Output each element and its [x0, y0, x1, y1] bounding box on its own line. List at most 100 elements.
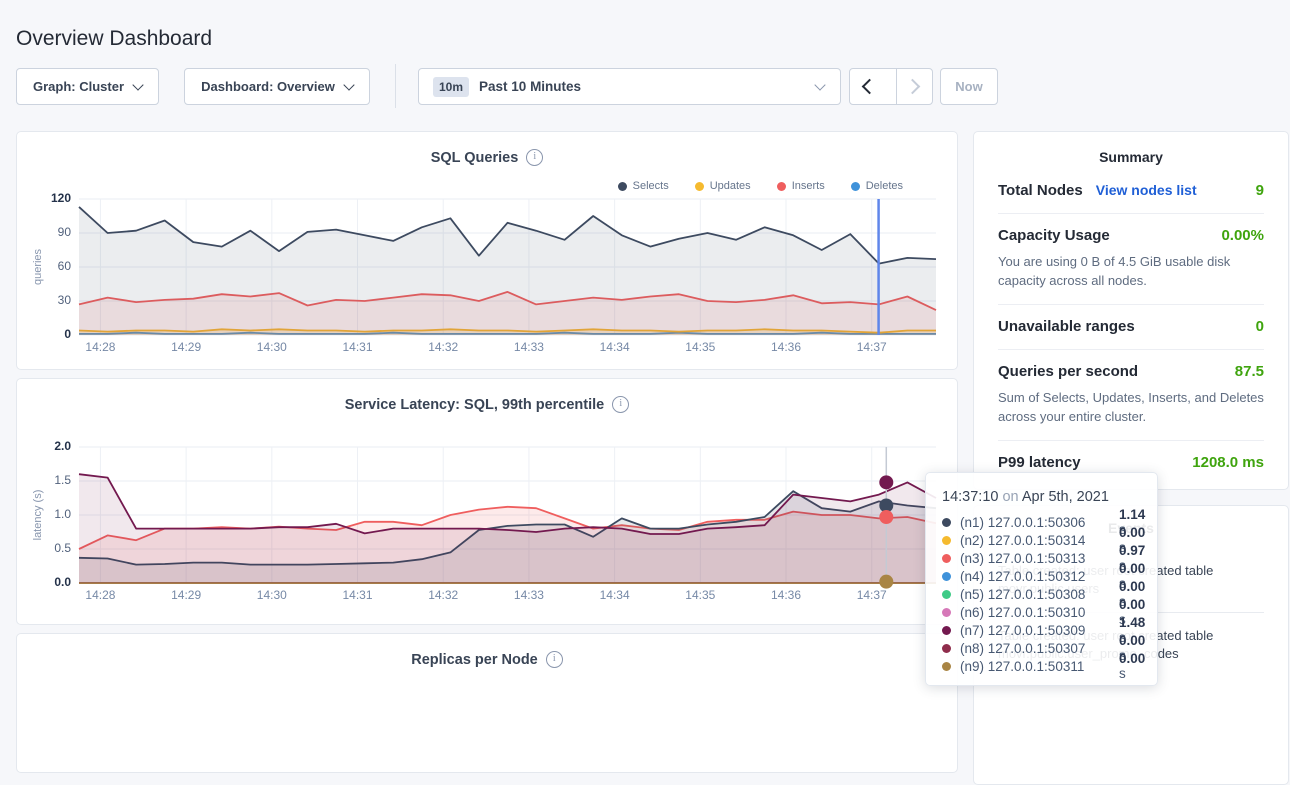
tooltip-timestamp: 14:37:10 on Apr 5th, 2021 [942, 489, 1141, 505]
node-address: (n3) 127.0.0.1:50313 [960, 551, 1110, 566]
legend-swatch-icon [777, 182, 786, 191]
node-color-icon [942, 608, 951, 617]
x-axis-tick: 14:37 [848, 340, 896, 354]
tooltip-time: 14:37:10 [942, 489, 998, 505]
node-color-icon [942, 662, 951, 671]
info-icon[interactable]: i [546, 651, 563, 668]
chart-title-text: Replicas per Node [411, 652, 538, 668]
legend-swatch-icon [851, 182, 860, 191]
summary-row: Capacity Usage 0.00% You are using 0 B o… [998, 213, 1264, 304]
chart-title: SQL Queries i [17, 149, 957, 166]
summary-row-label: Total Nodes [998, 182, 1083, 199]
x-axis-tick: 14:28 [76, 588, 124, 602]
chart-title: Service Latency: SQL, 99th percentile i [17, 396, 957, 413]
node-color-icon [942, 554, 951, 563]
x-axis-tick: 14:34 [591, 340, 639, 354]
replicas-per-node-panel: Replicas per Node i [16, 633, 958, 773]
x-axis-tick: 14:34 [591, 588, 639, 602]
chevron-right-icon [904, 79, 920, 95]
sql-queries-svg [79, 199, 936, 335]
info-icon[interactable]: i [526, 149, 543, 166]
node-address: (n8) 127.0.0.1:50307 [960, 641, 1110, 656]
summary-row: Queries per second 87.5 Sum of Selects, … [998, 349, 1264, 440]
node-address: (n7) 127.0.0.1:50309 [960, 623, 1110, 638]
y-axis-tick: 0.5 [25, 541, 71, 555]
time-range-badge: 10m [433, 77, 469, 97]
summary-row: Total Nodes View nodes list 9 [998, 169, 1264, 213]
chart-title-text: SQL Queries [431, 150, 519, 166]
dashboard-label: Dashboard: Overview [201, 79, 335, 94]
tooltip-row: (n1) 127.0.0.1:50306 1.14 s [942, 513, 1141, 531]
chart-tooltip: 14:37:10 on Apr 5th, 2021 (n1) 127.0.0.1… [925, 472, 1158, 686]
dashboard-dropdown[interactable]: Dashboard: Overview [184, 68, 370, 105]
time-prev-button[interactable] [850, 69, 886, 104]
summary-row-value: 87.5 [1235, 363, 1264, 380]
chart-legend: Selects Updates Inserts Deletes [618, 180, 903, 192]
legend-swatch-icon [618, 182, 627, 191]
summary-row-subtext: Sum of Selects, Updates, Inserts, and De… [998, 388, 1264, 426]
chevron-down-icon [814, 79, 825, 90]
summary-row-value: 0.00% [1221, 227, 1264, 244]
series-area [79, 207, 936, 335]
summary-panel: Summary Total Nodes View nodes list 9 Ca… [973, 131, 1289, 490]
hover-dot [879, 575, 893, 589]
node-color-icon [942, 572, 951, 581]
view-nodes-link[interactable]: View nodes list [1096, 182, 1197, 198]
x-axis-tick: 14:29 [162, 340, 210, 354]
chart-title-text: Service Latency: SQL, 99th percentile [345, 397, 605, 413]
node-color-icon [942, 536, 951, 545]
info-icon[interactable]: i [612, 396, 629, 413]
latency-value: 0.00 s [1119, 651, 1145, 681]
chevron-left-icon [862, 79, 878, 95]
time-next-button[interactable] [896, 69, 933, 104]
controls-divider [395, 64, 396, 108]
summary-title: Summary [998, 149, 1264, 165]
summary-row-value: 0 [1256, 318, 1264, 335]
y-axis-tick: 0.0 [25, 575, 71, 589]
service-latency-plot[interactable]: 0.00.51.01.52.0latency (s)14:2814:2914:3… [79, 447, 936, 583]
time-nav-group [849, 68, 933, 105]
time-range-dropdown[interactable]: 10m Past 10 Minutes [418, 68, 841, 105]
chevron-down-icon [343, 79, 354, 90]
node-color-icon [942, 518, 951, 527]
x-axis-tick: 14:31 [334, 588, 382, 602]
legend-item: Inserts [777, 180, 825, 192]
x-axis-tick: 14:31 [334, 340, 382, 354]
x-axis-tick: 14:35 [676, 340, 724, 354]
tooltip-row: (n3) 127.0.0.1:50313 0.97 s [942, 549, 1141, 567]
tooltip-row: (n4) 127.0.0.1:50312 0.00 s [942, 567, 1141, 585]
legend-label: Selects [633, 180, 669, 192]
hover-dot [879, 475, 893, 489]
node-address: (n2) 127.0.0.1:50314 [960, 533, 1110, 548]
x-axis-tick: 14:33 [505, 588, 553, 602]
legend-label: Updates [710, 180, 751, 192]
summary-row-label: Queries per second [998, 363, 1138, 380]
x-axis-tick: 14:32 [419, 588, 467, 602]
y-axis-tick: 30 [25, 293, 71, 307]
legend-label: Inserts [792, 180, 825, 192]
tooltip-date: Apr 5th, 2021 [1022, 489, 1109, 505]
tooltip-row: (n5) 127.0.0.1:50308 0.00 s [942, 585, 1141, 603]
tooltip-row: (n9) 127.0.0.1:50311 0.00 s [942, 657, 1141, 675]
summary-row-value: 9 [1256, 182, 1264, 199]
sql-queries-plot[interactable]: 0306090120queries14:2814:2914:3014:3114:… [79, 199, 936, 335]
now-button[interactable]: Now [940, 68, 998, 105]
node-address: (n4) 127.0.0.1:50312 [960, 569, 1110, 584]
page-title: Overview Dashboard [16, 27, 212, 51]
y-axis-tick: 2.0 [25, 439, 71, 453]
y-axis-tick: 90 [25, 225, 71, 239]
graph-scope-dropdown[interactable]: Graph: Cluster [16, 68, 159, 105]
x-axis-tick: 14:30 [248, 588, 296, 602]
legend-item: Updates [695, 180, 751, 192]
node-color-icon [942, 626, 951, 635]
summary-row: Unavailable ranges 0 [998, 304, 1264, 349]
x-axis-tick: 14:32 [419, 340, 467, 354]
node-address: (n1) 127.0.0.1:50306 [960, 515, 1110, 530]
x-axis-tick: 14:37 [848, 588, 896, 602]
tooltip-connector: on [1002, 489, 1018, 505]
x-axis-tick: 14:30 [248, 340, 296, 354]
x-axis-tick: 14:36 [762, 340, 810, 354]
tooltip-row: (n8) 127.0.0.1:50307 0.00 s [942, 639, 1141, 657]
x-axis-tick: 14:33 [505, 340, 553, 354]
legend-label: Deletes [866, 180, 903, 192]
